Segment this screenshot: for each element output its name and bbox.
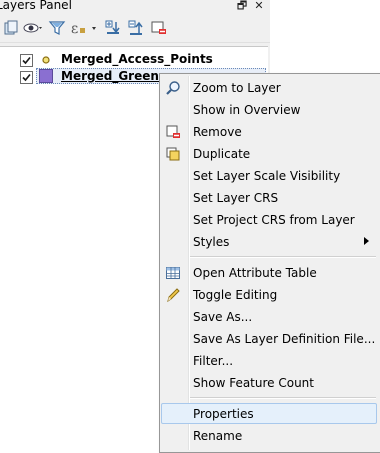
attribute-table-icon — [165, 265, 181, 281]
menu-item-toggle-editing[interactable]: Toggle Editing — [160, 284, 380, 306]
close-panel-button[interactable]: ✕ — [253, 0, 265, 12]
menu-item-label: Save As Layer Definition File... — [193, 332, 376, 346]
menu-item-set-layer-scale-visibility[interactable]: Set Layer Scale Visibility — [160, 165, 380, 187]
menu-item-set-project-crs[interactable]: Set Project CRS from Layer — [160, 209, 380, 231]
polygon-symbol-icon — [39, 69, 53, 83]
remove-layer-toolbar-icon[interactable] — [150, 19, 168, 37]
menu-item-save-as[interactable]: Save As... — [160, 306, 380, 328]
menu-item-show-in-overview[interactable]: Show in Overview — [160, 99, 380, 121]
layer-visibility-checkbox[interactable] — [20, 54, 33, 67]
visibility-eye-icon[interactable] — [23, 19, 45, 37]
panel-title: Layers Panel — [0, 0, 72, 12]
duplicate-layer-icon — [165, 146, 181, 162]
menu-item-label: Filter... — [193, 354, 234, 368]
menu-separator — [190, 397, 376, 399]
filter-legend-icon[interactable] — [48, 19, 66, 37]
menu-item-label: Save As... — [193, 310, 253, 324]
layers-toolbar: ε — [0, 14, 270, 43]
menu-item-label: Rename — [193, 429, 243, 443]
menu-item-duplicate[interactable]: Duplicate — [160, 143, 380, 165]
style-manager-icon[interactable] — [2, 19, 20, 37]
menu-item-open-attribute-table[interactable]: Open Attribute Table — [160, 262, 380, 284]
menu-item-label: Properties — [193, 407, 254, 421]
menu-item-save-as-layer-definition[interactable]: Save As Layer Definition File... — [160, 328, 380, 350]
menu-item-label: Remove — [193, 125, 242, 139]
svg-text:ε: ε — [71, 21, 78, 37]
menu-separator — [190, 256, 376, 258]
menu-item-label: Styles — [193, 235, 230, 249]
collapse-all-icon[interactable] — [127, 19, 145, 37]
menu-item-label: Toggle Editing — [193, 288, 278, 302]
point-symbol-icon — [41, 54, 51, 68]
menu-item-label: Show in Overview — [193, 103, 301, 117]
layer-name: Merged_Access_Points — [61, 52, 213, 66]
expression-filter-icon[interactable]: ε — [70, 19, 100, 37]
menu-item-label: Set Project CRS from Layer — [193, 213, 355, 227]
expand-all-icon[interactable] — [104, 19, 122, 37]
menu-item-label: Duplicate — [193, 147, 251, 161]
layer-visibility-checkbox[interactable] — [20, 71, 33, 84]
menu-item-label: Set Layer CRS — [193, 191, 279, 205]
menu-item-label: Zoom to Layer — [193, 81, 281, 95]
layer-context-menu: Zoom to Layer Show in Overview Remove Du… — [159, 73, 380, 453]
zoom-icon — [165, 80, 181, 96]
menu-item-label: Open Attribute Table — [193, 266, 317, 280]
panel-titlebar: Layers Panel 🗗 ✕ — [0, 0, 270, 14]
menu-item-set-layer-crs[interactable]: Set Layer CRS — [160, 187, 380, 209]
menu-item-remove[interactable]: Remove — [160, 121, 380, 143]
pencil-icon — [165, 287, 181, 303]
menu-item-styles[interactable]: Styles — [160, 231, 380, 253]
menu-item-properties[interactable]: Properties — [160, 403, 380, 425]
menu-item-filter[interactable]: Filter... — [160, 350, 380, 372]
menu-item-rename[interactable]: Rename — [160, 425, 380, 447]
layer-row[interactable]: Merged_Access_Points — [0, 51, 268, 68]
remove-layer-icon — [165, 124, 181, 140]
menu-item-label: Set Layer Scale Visibility — [193, 169, 341, 183]
layer-name: Merged_Greensp — [61, 69, 175, 83]
submenu-arrow-icon — [364, 237, 369, 245]
menu-item-show-feature-count[interactable]: Show Feature Count — [160, 372, 380, 394]
menu-item-zoom-to-layer[interactable]: Zoom to Layer — [160, 77, 380, 99]
menu-item-label: Show Feature Count — [193, 376, 314, 390]
float-panel-button[interactable]: 🗗 — [236, 0, 248, 12]
